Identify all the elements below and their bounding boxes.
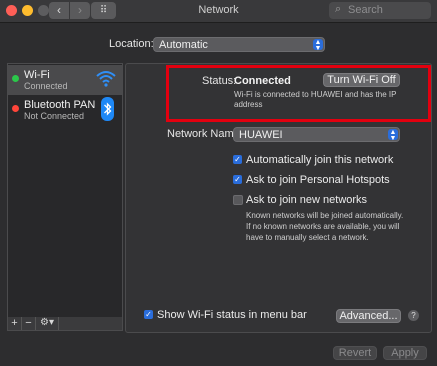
service-list-toolbar: + − ⚙▾: [7, 317, 123, 331]
title-bar: ‹ › ⠿ Network ⌕ Search: [0, 0, 437, 23]
network-name-label: Network Name:: [167, 128, 243, 140]
service-name: Wi-Fi: [24, 69, 50, 81]
service-item-wifi[interactable]: Wi-Fi Connected: [8, 65, 122, 95]
advanced-button[interactable]: Advanced...: [336, 309, 401, 323]
help-button[interactable]: ?: [408, 310, 419, 321]
action-gear-button[interactable]: ⚙▾: [36, 317, 59, 330]
service-status: Not Connected: [24, 111, 85, 121]
ask-new-networks-note: Known networks will be joined automatica…: [246, 211, 404, 242]
chevron-updown-icon: ▲ ▼: [388, 129, 398, 142]
auto-join-label: Automatically join this network: [246, 154, 394, 166]
location-label: Location:: [109, 38, 154, 50]
network-name-value: HUAWEI: [239, 129, 283, 141]
search-placeholder: Search: [348, 4, 383, 16]
personal-hotspots-label: Ask to join Personal Hotspots: [246, 174, 390, 186]
service-list[interactable]: Wi-Fi Connected Bluetooth PAN Not Connec…: [7, 63, 123, 319]
auto-join-checkbox[interactable]: ✓: [233, 155, 242, 164]
search-icon: ⌕: [335, 3, 342, 15]
ask-new-networks-label: Ask to join new networks: [246, 194, 368, 206]
chevron-updown-icon: ▲ ▼: [313, 39, 323, 52]
network-name-popup[interactable]: HUAWEI ▲ ▼: [233, 127, 400, 142]
location-popup[interactable]: Automatic ▲ ▼: [153, 37, 325, 52]
add-service-button[interactable]: +: [8, 317, 22, 330]
ask-new-networks-checkbox[interactable]: [233, 195, 243, 205]
status-dot-icon: [12, 75, 19, 82]
bluetooth-icon: [101, 97, 114, 121]
service-status: Connected: [24, 81, 68, 91]
location-value: Automatic: [159, 39, 208, 51]
service-name: Bluetooth PAN: [24, 99, 96, 111]
personal-hotspots-checkbox[interactable]: ✓: [233, 175, 242, 184]
remove-service-button[interactable]: −: [22, 317, 36, 330]
apply-button[interactable]: Apply: [383, 346, 427, 360]
search-input[interactable]: ⌕ Search: [329, 2, 431, 19]
revert-button[interactable]: Revert: [333, 346, 377, 360]
show-wifi-status-label: Show Wi-Fi status in menu bar: [157, 309, 307, 321]
show-wifi-status-checkbox[interactable]: ✓: [144, 310, 153, 319]
wifi-icon: [96, 71, 116, 87]
service-item-bluetooth-pan[interactable]: Bluetooth PAN Not Connected: [8, 95, 122, 125]
status-dot-icon: [12, 105, 19, 112]
highlight-box: [166, 65, 431, 122]
